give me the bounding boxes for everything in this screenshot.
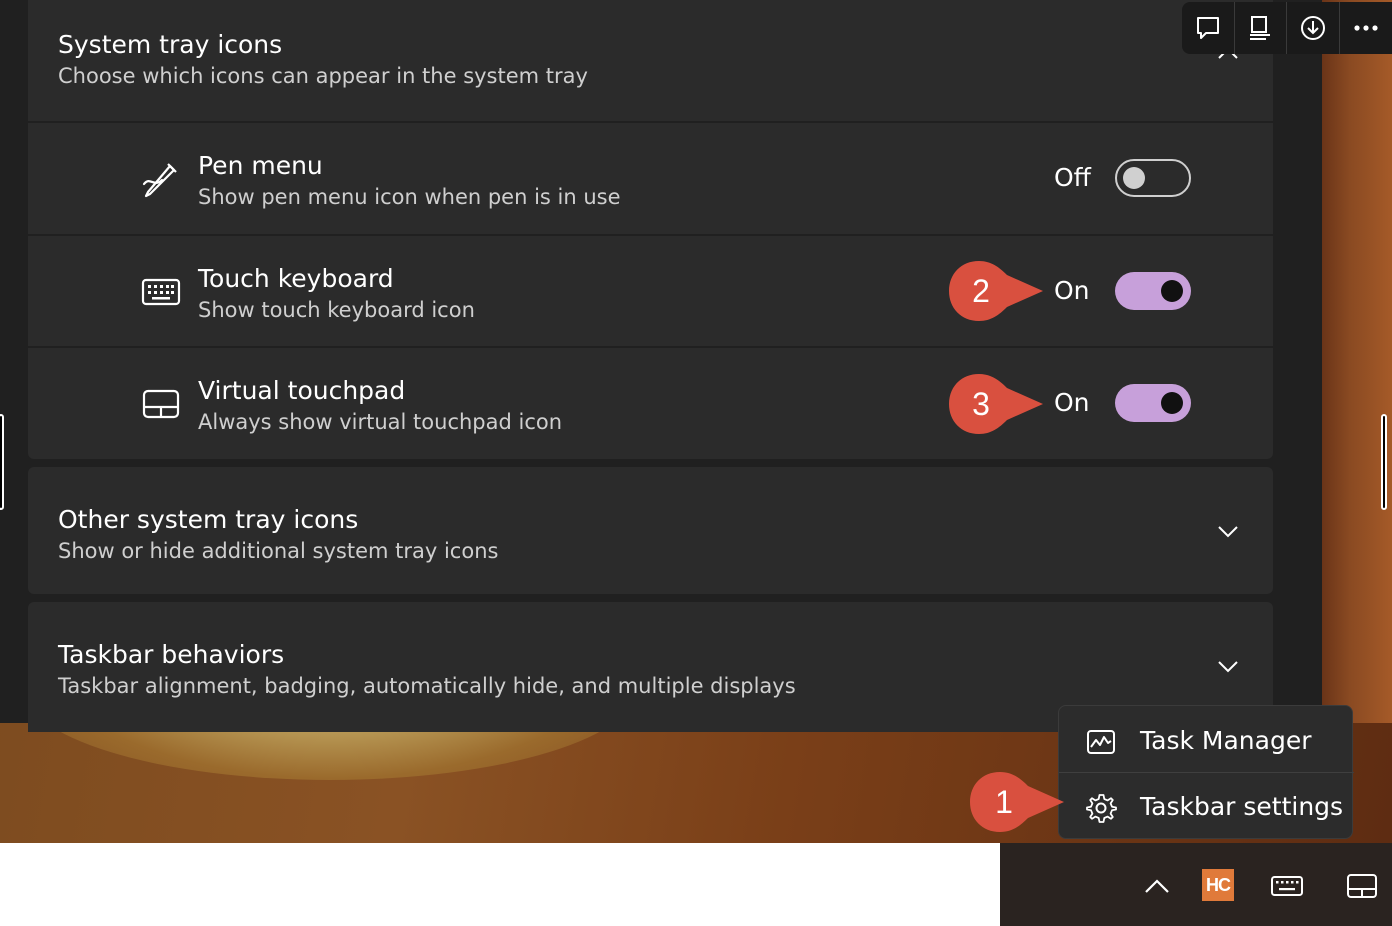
- touch-keyboard-toggle[interactable]: [1115, 272, 1191, 310]
- taskbar: HC: [1000, 843, 1392, 926]
- callout-number: 1: [995, 783, 1013, 820]
- section-subtitle: Choose which icons can appear in the sys…: [58, 64, 588, 88]
- row-subtitle: Show touch keyboard icon: [198, 298, 475, 322]
- show-hidden-icons-button[interactable]: [1140, 869, 1174, 903]
- taskbar-context-menu: Task Manager Taskbar settings: [1058, 705, 1354, 840]
- toggle-state-label: On: [1054, 388, 1090, 417]
- left-scroll-handle[interactable]: [0, 414, 4, 510]
- callout-number: 3: [972, 385, 990, 422]
- download-icon: [1300, 16, 1325, 40]
- comment-icon: [1196, 17, 1219, 39]
- toggle-knob: [1161, 280, 1183, 302]
- row-title: Virtual touchpad: [198, 376, 406, 405]
- section-title: System tray icons: [58, 30, 283, 59]
- present-button[interactable]: [1235, 2, 1287, 54]
- menu-item-label: Task Manager: [1140, 726, 1312, 755]
- virtual-touchpad-toggle[interactable]: [1115, 384, 1191, 422]
- gear-icon: [1086, 794, 1117, 823]
- app-tray-icon[interactable]: HC: [1202, 869, 1234, 901]
- row-touch-keyboard: Touch keyboard Show touch keyboard icon …: [28, 236, 1273, 347]
- chevron-up-icon: [1145, 879, 1169, 893]
- row-title: Touch keyboard: [198, 264, 394, 293]
- download-button[interactable]: [1287, 2, 1340, 54]
- section-subtitle: Taskbar alignment, badging, automaticall…: [58, 674, 796, 698]
- other-system-tray-icons-section[interactable]: Other system tray icons Show or hide add…: [28, 467, 1273, 594]
- callout-1: 1: [968, 770, 1068, 834]
- toggle-knob: [1123, 167, 1145, 189]
- keyboard-icon: [141, 278, 181, 306]
- chevron-down-icon[interactable]: [1216, 654, 1240, 678]
- row-title: Pen menu: [198, 151, 323, 180]
- callout-2: 2: [947, 259, 1047, 323]
- section-title: Other system tray icons: [58, 505, 359, 534]
- section-subtitle: Show or hide additional system tray icon…: [58, 539, 499, 563]
- wallpaper-edge: [1322, 0, 1392, 723]
- menu-item-task-manager[interactable]: Task Manager: [1059, 708, 1354, 774]
- virtual-touchpad-tray-button[interactable]: [1344, 869, 1380, 903]
- pen-menu-toggle[interactable]: [1115, 159, 1191, 197]
- touch-keyboard-tray-button[interactable]: [1268, 869, 1306, 903]
- row-pen-menu: Pen menu Show pen menu icon when pen is …: [28, 123, 1273, 234]
- viewer-toolbar: [1182, 2, 1392, 54]
- right-scroll-handle[interactable]: [1381, 414, 1387, 510]
- more-options-button[interactable]: [1340, 2, 1392, 54]
- blank-area: [0, 843, 1000, 926]
- section-title: Taskbar behaviors: [58, 640, 285, 669]
- more-icon: [1354, 25, 1378, 31]
- row-virtual-touchpad: Virtual touchpad Always show virtual tou…: [28, 348, 1273, 459]
- toggle-state-label: Off: [1054, 163, 1091, 192]
- callout-3: 3: [947, 372, 1047, 436]
- keyboard-icon: [1271, 876, 1303, 896]
- row-subtitle: Show pen menu icon when pen is in use: [198, 185, 621, 209]
- menu-separator: [1059, 772, 1354, 773]
- document-view-icon: [1250, 16, 1271, 40]
- menu-item-taskbar-settings[interactable]: Taskbar settings: [1059, 774, 1354, 840]
- settings-window: System tray icons Choose which icons can…: [0, 0, 1322, 732]
- toggle-state-label: On: [1054, 276, 1090, 305]
- system-tray-icons-header[interactable]: System tray icons Choose which icons can…: [28, 0, 1273, 122]
- row-subtitle: Always show virtual touchpad icon: [198, 410, 563, 434]
- pen-icon: [142, 163, 177, 198]
- touchpad-icon: [142, 389, 180, 419]
- menu-item-label: Taskbar settings: [1140, 792, 1344, 821]
- chevron-down-icon[interactable]: [1216, 519, 1240, 543]
- toggle-knob: [1161, 392, 1183, 414]
- comment-button[interactable]: [1182, 2, 1235, 54]
- touchpad-icon: [1347, 874, 1377, 898]
- callout-number: 2: [972, 272, 990, 309]
- task-manager-icon: [1087, 730, 1115, 754]
